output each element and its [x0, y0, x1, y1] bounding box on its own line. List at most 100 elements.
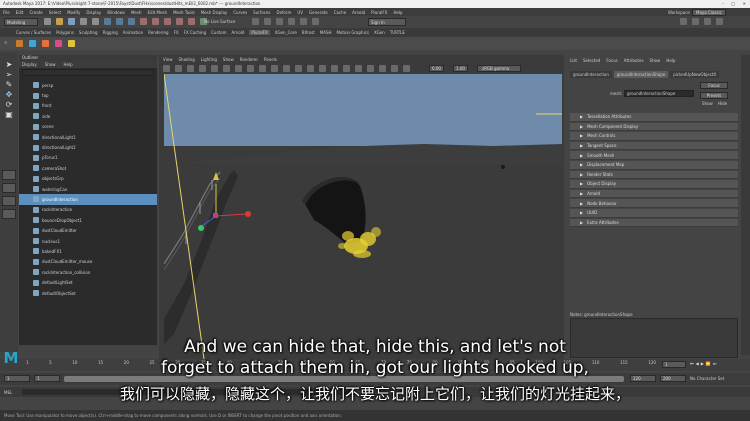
outliner-item[interactable]: bounceDropObject1	[19, 215, 157, 225]
attr-tab-2[interactable]: pickedUpNewObject0	[670, 71, 720, 78]
attr-menu-item-2[interactable]: Focus	[606, 58, 617, 63]
attr-section[interactable]: ▶ Tessellation Attributes	[570, 113, 738, 122]
outliner-item[interactable]: groundInteraction	[19, 194, 157, 205]
shelf-tool-1-icon[interactable]	[16, 40, 23, 47]
menu-item-6[interactable]: Windows	[107, 10, 125, 15]
menu-item-4[interactable]: Modify	[67, 10, 80, 15]
ao-icon[interactable]	[343, 65, 350, 72]
manip-center[interactable]	[213, 213, 218, 218]
shelf-tab-12[interactable]: Bifrost	[302, 30, 315, 35]
live-surface-label[interactable]: No Live Surface	[204, 19, 235, 24]
outliner-menu-item-2[interactable]: Help	[64, 61, 73, 68]
resolution-gate-icon[interactable]	[235, 65, 242, 72]
save-scene-icon[interactable]	[68, 18, 75, 25]
mode-dropdown[interactable]: Modeling	[4, 18, 38, 26]
outliner-item[interactable]: directionalLight1	[19, 132, 157, 142]
exposure-field[interactable]: 0.00	[429, 65, 444, 72]
hypershade-icon[interactable]	[300, 18, 307, 25]
gate-mask-icon[interactable]	[247, 65, 254, 72]
scale-tool-icon[interactable]: ▣	[5, 111, 13, 119]
modeling-toolkit-icon[interactable]	[680, 18, 687, 25]
menu-item-19[interactable]: Help	[393, 10, 402, 15]
shelf-tab-8[interactable]: Custom	[211, 30, 226, 35]
attr-section[interactable]: ▶ Object Display	[570, 180, 738, 189]
shelf-tool-3-icon[interactable]	[42, 40, 49, 47]
outliner-item[interactable]: wateringCan	[19, 184, 157, 194]
new-scene-icon[interactable]	[44, 18, 51, 25]
menu-item-8[interactable]: Edit Mesh	[148, 10, 168, 15]
viewport-menu-item-5[interactable]: Panels	[264, 57, 277, 62]
side-tab-strip[interactable]	[741, 55, 750, 355]
menu-item-18[interactable]: PluralFX	[371, 10, 387, 15]
attr-tab-0[interactable]: groundInteraction	[570, 71, 612, 78]
viewport-menu-item-3[interactable]: Show	[223, 57, 234, 62]
attr-section[interactable]: ▶ Arnold	[570, 189, 738, 199]
shelf-tab-10[interactable]: PluralFX	[249, 30, 270, 35]
attr-section[interactable]: ▶ UUID	[570, 208, 738, 218]
outliner-menu-item-0[interactable]: Display	[22, 61, 37, 68]
outliner-item[interactable]: top	[19, 90, 157, 100]
select-tool-icon[interactable]: ➤	[6, 61, 13, 69]
shelf-tool-5-icon[interactable]	[68, 40, 75, 47]
camera-attrs-icon[interactable]	[175, 65, 182, 72]
focus-button[interactable]: Focus	[700, 82, 728, 89]
xray-icon[interactable]	[391, 65, 398, 72]
shadows-icon[interactable]	[331, 65, 338, 72]
viewport-menu-item-1[interactable]: Shading	[179, 57, 195, 62]
gamma-field[interactable]: 1.00	[453, 65, 468, 72]
attr-menu-item-3[interactable]: Attributes	[624, 58, 644, 63]
outliner-item[interactable]: side	[19, 111, 157, 121]
arnold-render-icon[interactable]	[312, 18, 319, 25]
snap-point-icon[interactable]	[164, 18, 171, 25]
camera-select-icon[interactable]	[163, 65, 170, 72]
viewport-3d[interactable]	[164, 74, 562, 359]
outliner-item[interactable]: bakedFX1	[19, 246, 157, 256]
color-space-dropdown[interactable]: sRGB gamma	[477, 65, 521, 72]
field-chart-icon[interactable]	[259, 65, 266, 72]
shelf-tab-7[interactable]: FX Caching	[184, 30, 206, 35]
maximize-icon[interactable]: □	[731, 1, 735, 6]
anti-alias-icon[interactable]	[367, 65, 374, 72]
xray-joints-icon[interactable]	[403, 65, 410, 72]
tool-settings-icon[interactable]	[704, 18, 711, 25]
menu-item-7[interactable]: Mesh	[131, 10, 142, 15]
menu-item-17[interactable]: Arnold	[352, 10, 365, 15]
shelf-tab-13[interactable]: MASH	[320, 30, 332, 35]
shelf-options-icon[interactable]: ⚙	[4, 40, 8, 45]
wireframe-icon[interactable]	[283, 65, 290, 72]
render-frame-icon[interactable]	[264, 18, 271, 25]
shelf-tab-1[interactable]: Polygons	[56, 30, 74, 35]
shelf-tab-16[interactable]: TURTLE	[390, 30, 405, 35]
move-tool-icon[interactable]: ✥	[6, 91, 13, 99]
attr-tab-1[interactable]: groundInteractionShape	[613, 71, 669, 78]
attr-menu-item-4[interactable]: Show	[650, 58, 661, 63]
smooth-shade-icon[interactable]	[295, 65, 302, 72]
paint-select-icon[interactable]: ✎	[6, 81, 13, 89]
snap-surface-icon[interactable]	[188, 18, 195, 25]
attr-menu-item-1[interactable]: Selected	[583, 58, 600, 63]
outliner-item[interactable]: rockInteraction	[19, 205, 157, 215]
menu-item-11[interactable]: Curves	[233, 10, 247, 15]
attr-section[interactable]: ▶ Displacement Map	[570, 160, 738, 170]
show-button[interactable]: Show	[702, 101, 713, 106]
outliner-item[interactable]: objectsGrp	[19, 174, 157, 184]
outliner-item[interactable]: directionalLight2	[19, 142, 157, 152]
outliner-item[interactable]: persp	[19, 80, 157, 90]
attr-section[interactable]: ▶ Mesh Controls	[570, 132, 738, 141]
menu-item-9[interactable]: Mesh Tools	[173, 10, 195, 15]
ipr-render-icon[interactable]	[276, 18, 283, 25]
open-scene-icon[interactable]	[56, 18, 63, 25]
attr-section[interactable]: ▶ Mesh Component Display	[570, 122, 738, 132]
film-gate-icon[interactable]	[223, 65, 230, 72]
rotate-tool-icon[interactable]: ⟳	[6, 101, 13, 109]
lights-icon[interactable]	[319, 65, 326, 72]
render-view-icon[interactable]	[252, 18, 259, 25]
outliner-item[interactable]: dustCloudEmitter	[19, 225, 157, 235]
outliner-item[interactable]: defaultObjectSet	[19, 288, 157, 298]
manip-handle-x[interactable]	[245, 211, 251, 217]
image-plane-icon[interactable]	[199, 65, 206, 72]
menu-item-12[interactable]: Surfaces	[253, 10, 270, 15]
outliner-item[interactable]: nucleus1	[19, 236, 157, 246]
shelf-tab-0[interactable]: Curves / Surfaces	[16, 30, 51, 35]
grid-icon[interactable]	[211, 65, 218, 72]
